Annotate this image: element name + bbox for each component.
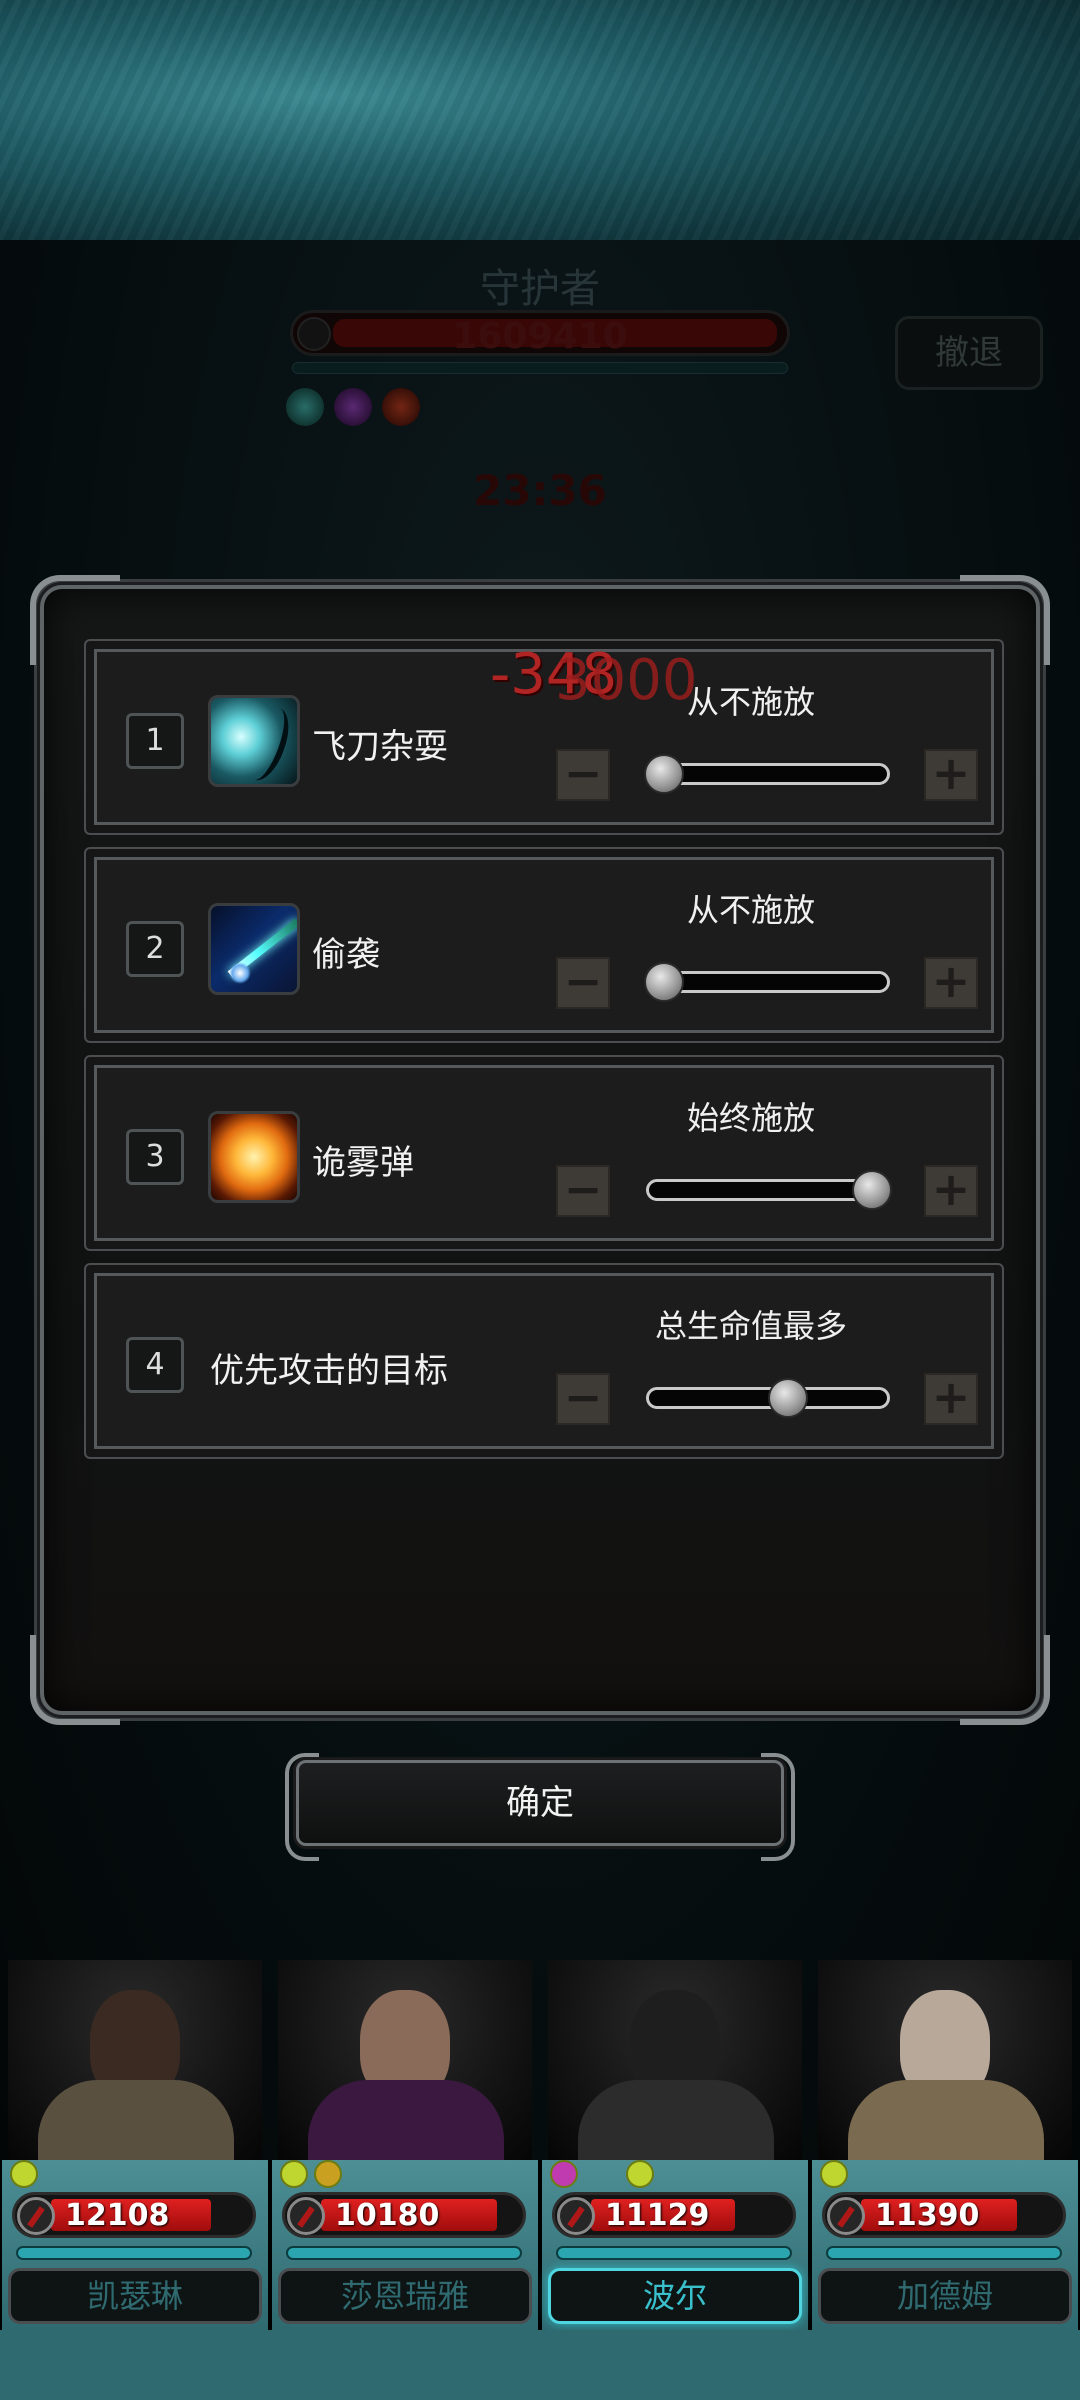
hero-energy-bar: [826, 2246, 1062, 2260]
row-index: 3: [126, 1129, 184, 1185]
hero-name: 波尔: [548, 2268, 802, 2324]
hero-portrait: [8, 1960, 262, 2160]
slider-thumb[interactable]: [768, 1378, 809, 1418]
element-icon: [10, 2160, 38, 2188]
hero-card-3[interactable]: 11129 波尔: [542, 1960, 808, 2330]
element-icon: [314, 2160, 342, 2188]
skill-name: 偷袭: [312, 935, 380, 975]
target-row: 4 优先攻击的目标 总生命值最多 − +: [84, 1263, 1004, 1459]
smoke-bomb-icon: [208, 1111, 300, 1203]
bottom-strip: [0, 2330, 1080, 2400]
hero-card-1[interactable]: 12108 凯瑟琳: [2, 1960, 268, 2330]
cast-mode-label: 始终施放: [686, 1099, 815, 1137]
row-index: 4: [126, 1337, 184, 1393]
hero-name: 凯瑟琳: [8, 2268, 262, 2324]
skill-row-2: 2 偷袭 从不施放 − +: [84, 847, 1004, 1043]
target-mode-label: 总生命值最多: [654, 1307, 847, 1345]
element-icon: [550, 2160, 578, 2188]
skull-icon: [557, 2197, 595, 2235]
hero-hp-value: 10180: [335, 2198, 440, 2233]
hero-hp-value: 11390: [875, 2198, 980, 2233]
skill-settings-dialog: 1 飞刀杂耍 从不施放 − + 2 偷袭 从不施放 − + 3 诡雾弹 始终施放…: [30, 575, 1050, 1725]
decrease-button[interactable]: −: [556, 1373, 610, 1425]
floating-damage-number: 3000: [555, 648, 698, 713]
sky-background: [0, 0, 1080, 240]
sneak-attack-icon: [208, 903, 300, 995]
hero-portrait: [278, 1960, 532, 2160]
row-index: 2: [126, 921, 184, 977]
skill-name: 诡雾弹: [312, 1143, 414, 1183]
hero-card-2[interactable]: 10180 莎恩瑞雅: [272, 1960, 538, 2330]
skull-icon: [827, 2197, 865, 2235]
row-index: 1: [126, 713, 184, 769]
hero-portrait: [548, 1960, 802, 2160]
increase-button[interactable]: +: [924, 957, 978, 1009]
hero-hp-bar: 11390: [822, 2192, 1066, 2238]
hero-name: 加德姆: [818, 2268, 1072, 2324]
confirm-button[interactable]: 确定: [285, 1753, 795, 1861]
increase-button[interactable]: +: [924, 1373, 978, 1425]
increase-button[interactable]: +: [924, 749, 978, 801]
increase-button[interactable]: +: [924, 1165, 978, 1217]
skill-name: 飞刀杂耍: [312, 727, 448, 767]
hero-portrait: [818, 1960, 1072, 2160]
slider-thumb[interactable]: [644, 962, 684, 1002]
decrease-button[interactable]: −: [556, 957, 610, 1009]
slider-thumb[interactable]: [644, 754, 684, 794]
frame-corner: [960, 1635, 1050, 1725]
hero-hp-bar: 10180: [282, 2192, 526, 2238]
target-priority-label: 优先攻击的目标: [210, 1351, 448, 1391]
frame-corner: [30, 1635, 120, 1725]
hero-hp-bar: 11129: [552, 2192, 796, 2238]
decrease-button[interactable]: −: [556, 749, 610, 801]
element-icon: [820, 2160, 848, 2188]
decrease-button[interactable]: −: [556, 1165, 610, 1217]
skull-icon: [17, 2197, 55, 2235]
hero-name: 莎恩瑞雅: [278, 2268, 532, 2324]
hero-card-4[interactable]: 11390 加德姆: [812, 1960, 1078, 2330]
hero-energy-bar: [556, 2246, 792, 2260]
throwing-knives-icon: [208, 695, 300, 787]
skill-row-3: 3 诡雾弹 始终施放 − +: [84, 1055, 1004, 1251]
hero-hp-bar: 12108: [12, 2192, 256, 2238]
element-icon: [280, 2160, 308, 2188]
cast-mode-label: 从不施放: [686, 891, 815, 929]
hero-hp-value: 12108: [65, 2198, 170, 2233]
skull-icon: [287, 2197, 325, 2235]
slider-thumb[interactable]: [852, 1170, 892, 1210]
hero-hp-value: 11129: [605, 2198, 710, 2233]
hero-energy-bar: [16, 2246, 252, 2260]
element-icon: [626, 2160, 654, 2188]
hero-energy-bar: [286, 2246, 522, 2260]
